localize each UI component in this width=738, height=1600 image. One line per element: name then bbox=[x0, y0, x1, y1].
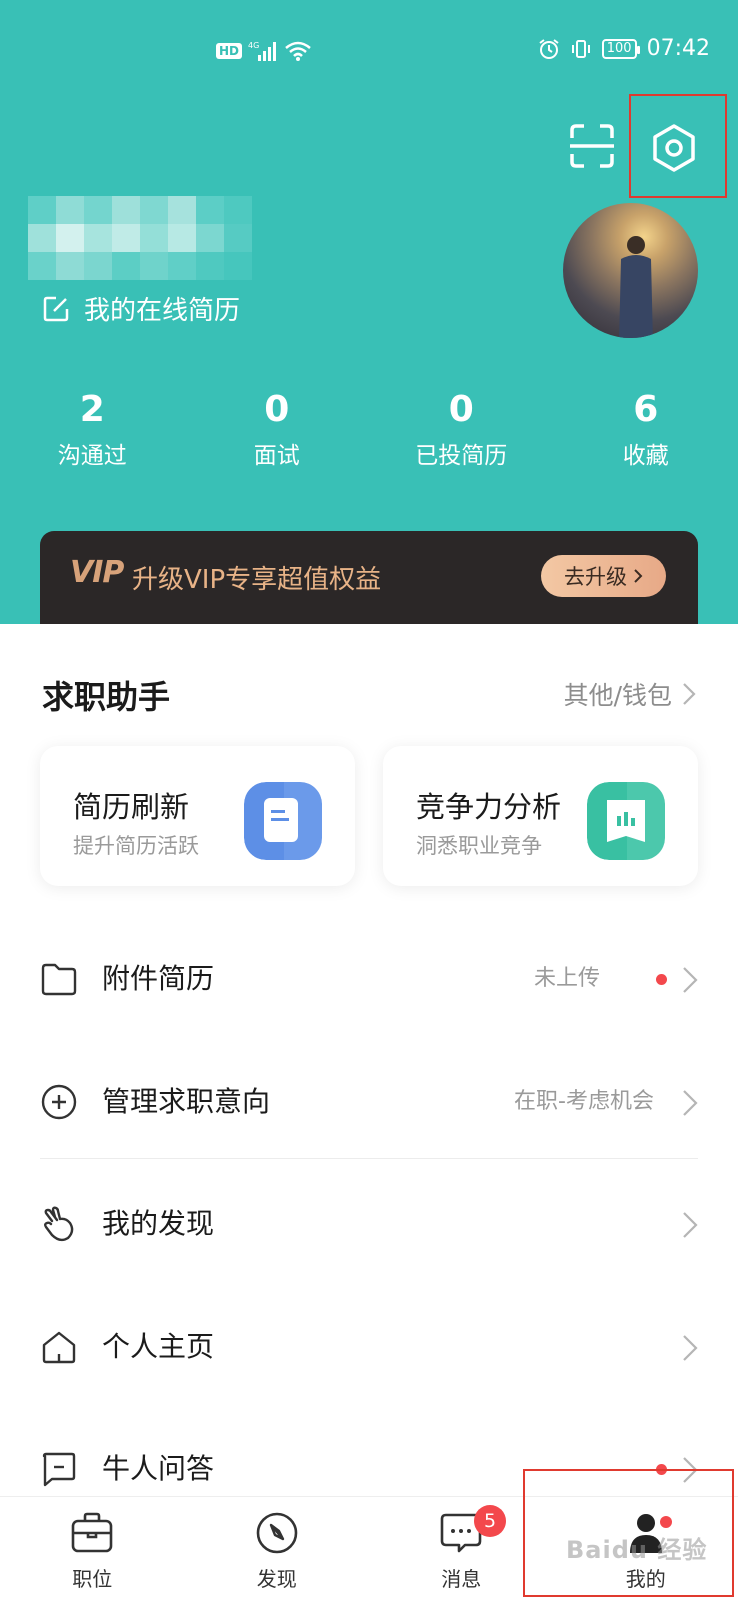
signal-icon: 4G bbox=[248, 41, 277, 61]
svg-text:4G: 4G bbox=[248, 41, 259, 50]
status-time: 07:42 bbox=[646, 36, 710, 61]
scan-icon[interactable] bbox=[568, 122, 616, 170]
resume-refresh-icon bbox=[244, 782, 322, 860]
chevron-right-icon bbox=[683, 683, 696, 705]
stat-label: 面试 bbox=[253, 443, 300, 469]
competitiveness-chart-icon bbox=[587, 782, 665, 860]
menu-row-job-intention[interactable]: 管理求职意向 在职-考虑机会 bbox=[0, 1053, 738, 1153]
username-blurred bbox=[28, 196, 254, 282]
compass-icon bbox=[256, 1512, 298, 1554]
chevron-right-icon bbox=[683, 1212, 698, 1238]
chevron-right-icon bbox=[683, 1090, 698, 1116]
vibrate-icon bbox=[571, 39, 590, 58]
stat-value: 2 bbox=[79, 389, 105, 430]
stat-value: 6 bbox=[633, 389, 659, 430]
status-right: 100 07:42 bbox=[538, 36, 710, 61]
tab-label: 职位 bbox=[72, 1567, 113, 1591]
stat-value: 0 bbox=[448, 389, 474, 430]
row-value: 未上传 bbox=[533, 966, 600, 991]
row-value: 在职-考虑机会 bbox=[514, 1089, 654, 1114]
resume-refresh-card[interactable]: 简历刷新 提升简历活跃 bbox=[40, 746, 355, 886]
stats-row: 2 沟通过 0 面试 0 已投简历 6 收藏 bbox=[0, 385, 738, 471]
upgrade-button-label: 去升级 bbox=[564, 565, 627, 589]
card-title: 简历刷新 bbox=[73, 790, 190, 824]
card-subtitle: 洞悉职业竞争 bbox=[416, 834, 542, 858]
stat-label: 已投简历 bbox=[415, 443, 508, 469]
battery-indicator: 100 bbox=[601, 38, 640, 59]
edit-icon bbox=[43, 296, 69, 321]
me-tab-highlight-box bbox=[523, 1469, 734, 1597]
online-resume-link[interactable]: 我的在线简历 bbox=[42, 290, 240, 327]
finger-heart-icon bbox=[44, 1206, 74, 1242]
stat-interview[interactable]: 0 面试 bbox=[185, 385, 370, 471]
row-label: 管理求职意向 bbox=[102, 1085, 271, 1118]
status-left: HD 4G bbox=[216, 40, 312, 62]
briefcase-icon bbox=[71, 1512, 113, 1553]
profile-header: HD 4G 100 07:42 我的在线简历 2 沟通过 0 面试 0 已投简历… bbox=[0, 0, 738, 640]
stat-value: 0 bbox=[264, 389, 290, 430]
row-label: 个人主页 bbox=[102, 1330, 215, 1363]
message-count-badge: 5 bbox=[474, 1505, 506, 1537]
stat-favorites[interactable]: 6 收藏 bbox=[554, 385, 738, 471]
online-resume-label: 我的在线简历 bbox=[84, 296, 241, 326]
upgrade-button[interactable]: 去升级 bbox=[541, 555, 666, 597]
competitiveness-card[interactable]: 竞争力分析 洞悉职业竞争 bbox=[383, 746, 698, 886]
divider bbox=[40, 1158, 698, 1159]
wallet-link-label: 其他/钱包 bbox=[563, 681, 672, 710]
avatar-person-figure bbox=[619, 236, 653, 338]
stat-contacted[interactable]: 2 沟通过 bbox=[0, 385, 185, 471]
red-dot bbox=[656, 974, 667, 985]
tab-discover[interactable]: 发现 bbox=[185, 1497, 370, 1600]
chevron-right-icon bbox=[634, 569, 643, 583]
folder-icon bbox=[41, 963, 77, 996]
menu-row-my-discovery[interactable]: 我的发现 bbox=[0, 1175, 738, 1275]
alarm-icon bbox=[539, 38, 559, 59]
row-label: 牛人问答 bbox=[102, 1452, 215, 1485]
vip-logo: VIP bbox=[70, 555, 124, 590]
tab-label: 发现 bbox=[256, 1567, 297, 1591]
menu-row-personal-homepage[interactable]: 个人主页 bbox=[0, 1298, 738, 1398]
card-subtitle: 提升简历活跃 bbox=[73, 834, 199, 858]
chevron-right-icon bbox=[683, 1335, 698, 1361]
card-title: 竞争力分析 bbox=[416, 790, 562, 824]
assistant-title: 求职助手 bbox=[42, 678, 171, 716]
menu-row-attachment-resume[interactable]: 附件简历 未上传 bbox=[0, 930, 738, 1030]
row-label: 我的发现 bbox=[102, 1207, 215, 1240]
message-box-icon bbox=[42, 1452, 76, 1487]
hd-badge: HD bbox=[216, 43, 243, 59]
plus-circle-icon bbox=[41, 1084, 77, 1120]
wallet-link[interactable]: 其他/钱包 bbox=[564, 676, 696, 712]
settings-highlight-box bbox=[629, 94, 727, 198]
stat-applied[interactable]: 0 已投简历 bbox=[369, 385, 554, 471]
status-bar: HD 4G 100 07:42 bbox=[0, 0, 738, 100]
wifi-icon bbox=[285, 41, 311, 61]
home-icon bbox=[42, 1331, 76, 1364]
avatar[interactable] bbox=[563, 203, 698, 338]
tab-jobs[interactable]: 职位 bbox=[0, 1497, 185, 1600]
chevron-right-icon bbox=[683, 967, 698, 993]
stat-label: 收藏 bbox=[622, 443, 669, 469]
vip-text: 升级VIP专享超值权益 bbox=[132, 565, 382, 595]
stat-label: 沟通过 bbox=[57, 443, 127, 469]
row-label: 附件简历 bbox=[102, 962, 215, 995]
